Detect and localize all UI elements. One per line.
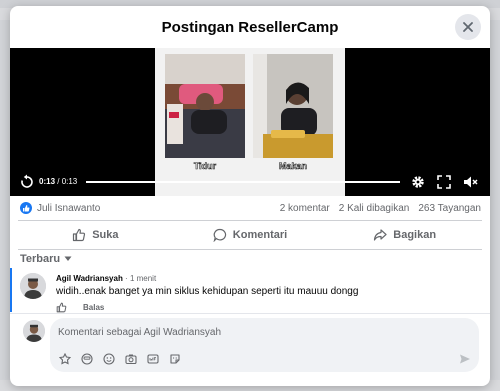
like-reaction-badge[interactable] [20,202,32,214]
share-button[interactable]: Bagikan [327,221,482,249]
send-icon[interactable] [459,353,471,365]
sticker-icon[interactable] [169,353,181,365]
like-button-label: Suka [92,229,119,241]
gif-icon[interactable] [147,353,159,365]
video-time-total: 0:13 [61,177,78,186]
comment-sort-dropdown[interactable]: Terbaru [20,253,72,265]
like-icon [23,205,30,212]
video-time: 0:13 / 0:13 [39,177,77,186]
comment-button[interactable]: Komentari [173,221,328,249]
replay-icon[interactable] [19,174,35,190]
post-actions: Suka Komentari Bagikan [18,220,482,250]
comment-sort-label: Terbaru [20,253,61,265]
sticker-avatar-icon[interactable] [59,353,71,365]
post-modal: Postingan ResellerCamp Tidur Makan 0:13 … [10,6,490,386]
like-button[interactable]: Suka [18,221,173,249]
view-count: 263 Tayangan [418,203,481,214]
close-icon [463,22,473,32]
comment-composer [50,318,479,372]
mute-icon[interactable] [462,174,478,190]
comment-like-icon[interactable] [56,302,67,313]
comment-item: Agil Wadriansyah · 1 menit widih..enak b… [10,268,490,313]
video-controls: 0:13 / 0:13 [10,168,490,196]
background-right-column [490,20,500,380]
video-progress-fill [86,181,400,183]
video-time-current: 0:13 [39,177,56,186]
post-stats: Juli Isnawanto 2 komentar 2 Kali dibagik… [10,196,490,220]
modal-header: Postingan ResellerCamp [10,6,490,48]
share-icon [374,229,387,241]
comment-author[interactable]: Agil Wadriansyah [56,274,123,283]
reactor-name[interactable]: Juli Isnawanto [37,203,100,214]
settings-icon[interactable] [410,174,426,190]
share-count[interactable]: 2 Kali dibagikan [339,203,410,214]
video-player[interactable]: Tidur Makan 0:13 / 0:13 [10,48,490,196]
comment-meta-separator: · [122,274,130,283]
video-scene-left [165,54,245,158]
avatar[interactable] [20,273,46,299]
fullscreen-icon[interactable] [436,174,452,190]
share-button-label: Bagikan [393,229,437,241]
video-scene-right [253,54,333,158]
comment-meta: Agil Wadriansyah · 1 menit [56,274,156,283]
current-user-avatar[interactable] [23,320,45,342]
emoji-face-icon[interactable] [81,353,93,365]
chevron-down-icon [64,256,72,261]
comment-icon [213,228,226,242]
stats-counts: 2 komentar 2 Kali dibagikan 263 Tayangan [280,203,481,214]
composer-divider [10,313,490,314]
close-button[interactable] [455,14,481,40]
camera-icon[interactable] [125,353,137,365]
comment-time[interactable]: 1 menit [130,274,156,283]
modal-title: Postingan ResellerCamp [161,18,339,36]
comment-reply-button[interactable]: Balas [83,303,104,312]
comment-button-label: Komentari [232,229,288,241]
comment-count[interactable]: 2 komentar [280,203,330,214]
comment-input[interactable] [56,321,470,343]
like-icon [73,228,86,242]
emoji-icon[interactable] [103,353,115,365]
video-progress-bar[interactable] [86,181,400,183]
comment-highlight-bar [10,268,12,312]
video-time-separator: / [55,177,62,186]
comment-text: widih..enak banget ya min siklus kehidup… [56,286,359,297]
